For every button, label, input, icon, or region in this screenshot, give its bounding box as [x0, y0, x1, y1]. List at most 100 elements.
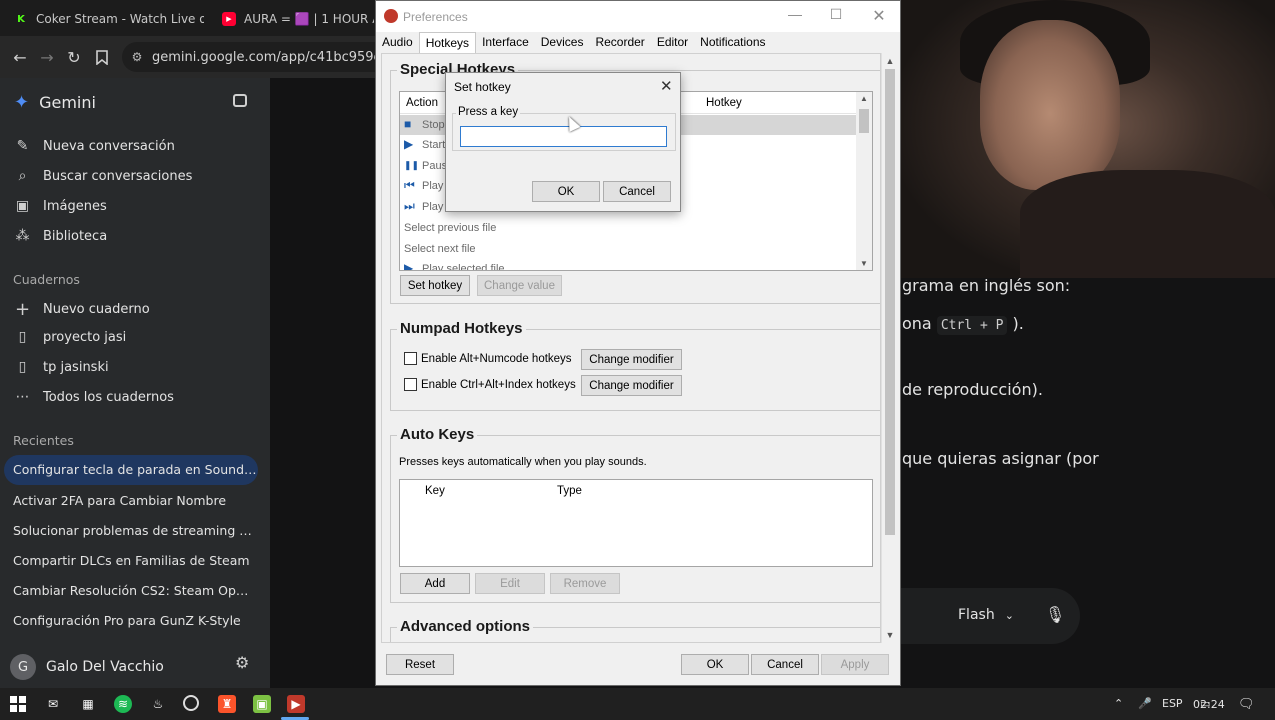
- dialog-ok-button[interactable]: OK: [532, 181, 600, 202]
- search-icon: ⌕: [18, 168, 27, 184]
- recent-chat-item[interactable]: Solucionar problemas de streaming po...: [13, 523, 253, 538]
- gemini-brand[interactable]: ✦ Gemini: [14, 92, 96, 113]
- remove-button[interactable]: Remove: [550, 573, 620, 594]
- windows-taskbar: ✉ ▦ ≋ ♨ ♜ ▣ ▶ ⌃ 🎤 ESP ▭ 02:24 🗨: [0, 688, 1275, 720]
- tab-interface[interactable]: Interface: [476, 32, 535, 53]
- dialog-cancel-button[interactable]: Cancel: [603, 181, 671, 202]
- ok-button[interactable]: OK: [681, 654, 749, 675]
- add-button[interactable]: Add: [400, 573, 470, 594]
- sidebar-item-all-notebooks[interactable]: ⋯ Todos los cuadernos: [14, 389, 174, 405]
- close-icon[interactable]: ✕: [660, 77, 673, 95]
- sidebar-item-new-chat[interactable]: ✎ Nueva conversación: [14, 138, 175, 154]
- apply-button[interactable]: Apply: [821, 654, 889, 675]
- scroll-up-icon[interactable]: ▲: [882, 56, 898, 66]
- checkbox-label: Enable Alt+Numcode hotkeys: [421, 352, 572, 365]
- settings-gear-icon[interactable]: ⚙: [235, 653, 249, 672]
- reset-button[interactable]: Reset: [386, 654, 454, 675]
- scrollbar-thumb[interactable]: [885, 69, 895, 535]
- tab-label: AURA = 🟪 | 1 HOUR AUR: [244, 12, 374, 26]
- tab-notifications[interactable]: Notifications: [694, 32, 771, 53]
- auto-keys-list[interactable]: Key Type: [399, 479, 873, 567]
- reload-icon[interactable]: ↻: [62, 45, 86, 69]
- obs-icon[interactable]: [183, 695, 199, 711]
- window-titlebar[interactable]: Preferences — ☐ ✕: [376, 1, 900, 32]
- input-language[interactable]: ESP: [1162, 697, 1183, 710]
- column-action[interactable]: Action: [406, 97, 438, 109]
- scrollbar-thumb[interactable]: [859, 109, 869, 133]
- new-chat-icon: ✎: [16, 138, 29, 154]
- notifications-icon[interactable]: 🗨: [1238, 697, 1255, 712]
- gemini-sidebar: ✦ Gemini ✎ Nueva conversación ⌕ Buscar c…: [0, 78, 270, 688]
- row-label: Select next file: [404, 243, 476, 255]
- sidebar-item-notebook[interactable]: ▯ tp jasinski: [14, 359, 109, 375]
- enable-alt-numcode-checkbox[interactable]: Enable Alt+Numcode hotkeys: [404, 352, 572, 365]
- change-value-button[interactable]: Change value: [477, 275, 562, 296]
- set-hotkey-button[interactable]: Set hotkey: [400, 275, 470, 296]
- tray-chevron-icon[interactable]: ⌃: [1114, 697, 1123, 710]
- bookmark-icon[interactable]: [90, 45, 114, 69]
- store-icon[interactable]: ▦: [79, 695, 97, 713]
- list-item[interactable]: Select next file: [400, 239, 872, 259]
- sidebar-item-label: Nuevo cuaderno: [43, 302, 150, 317]
- microphone-tray-icon[interactable]: 🎤: [1138, 697, 1152, 710]
- notebook-icon: ▯: [18, 359, 27, 375]
- auto-keys-group: Auto Keys Presses keys automatically whe…: [390, 426, 880, 603]
- preferences-scrollbar[interactable]: ▲ ▼: [881, 53, 897, 643]
- tab-devices[interactable]: Devices: [535, 32, 590, 53]
- sidebar-item-notebook[interactable]: ▯ proyecto jasi: [14, 329, 127, 345]
- user-account[interactable]: G Galo Del Vacchio: [10, 650, 260, 684]
- recent-chat-item[interactable]: Configuración Pro para GunZ K-Style: [13, 613, 253, 628]
- tab-audio[interactable]: Audio: [376, 32, 419, 53]
- list-scrollbar[interactable]: ▲ ▼: [856, 92, 872, 270]
- recent-chat-item[interactable]: Activar 2FA para Cambiar Nombre: [13, 493, 253, 508]
- row-label: Select previous file: [404, 222, 497, 234]
- hotkey-input[interactable]: [460, 126, 667, 147]
- mail-icon[interactable]: ✉: [44, 695, 62, 713]
- app-logo-icon: [384, 9, 398, 23]
- maximize-icon[interactable]: ☐: [821, 6, 851, 26]
- soundpad-icon[interactable]: ▶: [287, 695, 305, 713]
- brave-icon[interactable]: ♜: [218, 695, 236, 713]
- windows-start-icon[interactable]: [9, 695, 27, 713]
- microphone-icon[interactable]: 🎙: [1045, 605, 1065, 624]
- minimize-icon[interactable]: —: [780, 6, 810, 26]
- edit-button[interactable]: Edit: [475, 573, 545, 594]
- sidebar-item-library[interactable]: ⁂ Biblioteca: [14, 228, 108, 244]
- sidebar-toggle-icon[interactable]: [233, 94, 247, 107]
- list-item[interactable]: ▶ Play selected file: [400, 259, 872, 271]
- recent-chat-item[interactable]: Compartir DLCs en Familias de Steam: [13, 553, 253, 568]
- model-selector[interactable]: Flash ⌄: [958, 607, 1014, 623]
- brand-label: Gemini: [39, 93, 96, 112]
- spotify-icon[interactable]: ≋: [114, 695, 132, 713]
- browser-tab-youtube[interactable]: ▶ AURA = 🟪 | 1 HOUR AUR: [222, 6, 374, 32]
- column-hotkey[interactable]: Hotkey: [706, 97, 742, 109]
- site-info-icon[interactable]: ⚙: [122, 50, 152, 64]
- scroll-up-icon[interactable]: ▲: [856, 94, 872, 103]
- tab-recorder[interactable]: Recorder: [589, 32, 650, 53]
- tab-editor[interactable]: Editor: [651, 32, 694, 53]
- sidebar-item-search[interactable]: ⌕ Buscar conversaciones: [14, 168, 193, 184]
- browser-tab-kick[interactable]: K Coker Stream - Watch Live on Ki: [14, 6, 204, 32]
- tab-hotkeys[interactable]: Hotkeys: [418, 32, 477, 53]
- recent-chat-item[interactable]: Cambiar Resolución CS2: Steam Opcio...: [13, 583, 253, 598]
- sidebar-item-new-notebook[interactable]: + Nuevo cuaderno: [14, 299, 150, 320]
- column-type[interactable]: Type: [557, 485, 582, 497]
- cancel-button[interactable]: Cancel: [751, 654, 819, 675]
- clock[interactable]: 02:24: [1193, 698, 1225, 711]
- recent-chat-item[interactable]: Configurar tecla de parada en Soundp...: [4, 455, 258, 485]
- forward-icon[interactable]: →: [35, 45, 59, 69]
- change-modifier-button[interactable]: Change modifier: [581, 375, 682, 396]
- scroll-down-icon[interactable]: ▼: [856, 259, 872, 268]
- recent-heading: Recientes: [13, 433, 74, 448]
- change-modifier-button[interactable]: Change modifier: [581, 349, 682, 370]
- list-item[interactable]: Select previous file: [400, 218, 872, 238]
- scroll-down-icon[interactable]: ▼: [882, 630, 898, 640]
- back-icon[interactable]: ←: [8, 45, 32, 69]
- steam-icon[interactable]: ♨: [149, 695, 167, 713]
- enable-ctrl-alt-index-checkbox[interactable]: Enable Ctrl+Alt+Index hotkeys: [404, 378, 576, 391]
- android-icon[interactable]: ▣: [253, 695, 271, 713]
- chevron-down-icon: ⌄: [1004, 608, 1014, 622]
- column-key[interactable]: Key: [425, 485, 445, 497]
- sidebar-item-images[interactable]: ▣ Imágenes: [14, 198, 107, 214]
- close-icon[interactable]: ✕: [864, 6, 894, 26]
